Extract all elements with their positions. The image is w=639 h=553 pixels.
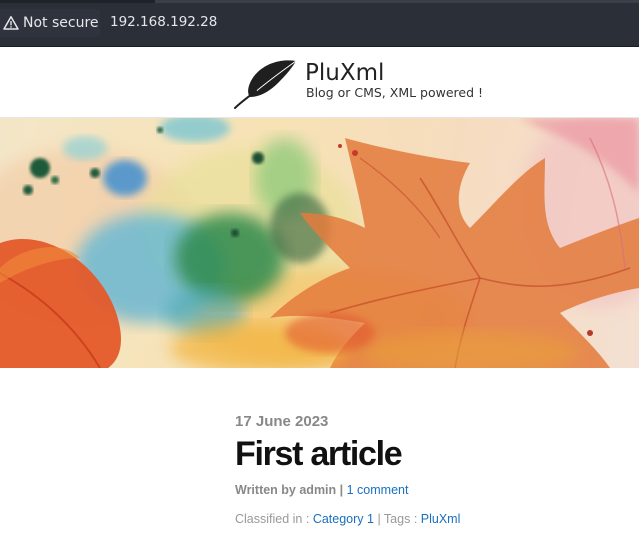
article-date: 17 June 2023 [235, 413, 329, 430]
article-byline: Written by admin | 1 comment [235, 483, 408, 497]
site-title[interactable]: PluXml [305, 60, 384, 86]
feather-logo-icon[interactable] [234, 59, 298, 109]
tags-label: | Tags : [373, 512, 421, 526]
article-title[interactable]: First article [235, 435, 403, 474]
article-meta: Classified in : Category 1 | Tags : PluX… [235, 512, 460, 526]
header-banner-image [0, 118, 639, 368]
site-header: PluXml Blog or CMS, XML powered ! [0, 47, 639, 118]
watercolor-leaves-image [0, 118, 639, 368]
warning-icon [3, 16, 19, 30]
security-label: Not secure [23, 15, 99, 31]
url-field[interactable]: 192.168.192.28 [110, 14, 217, 30]
category-link[interactable]: Category 1 [313, 512, 374, 526]
comments-link[interactable]: 1 comment [347, 483, 409, 497]
classified-label: Classified in : [235, 512, 313, 526]
author-text: Written by admin [235, 483, 337, 497]
tag-link[interactable]: PluXml [421, 512, 461, 526]
tab-strip [0, 0, 639, 3]
security-indicator-button[interactable]: Not secure [0, 9, 100, 37]
site-description: Blog or CMS, XML powered ! [306, 85, 484, 100]
browser-address-bar: Not secure 192.168.192.28 [0, 0, 639, 47]
byline-separator: | [336, 483, 347, 497]
active-tab-highlight [155, 0, 639, 3]
